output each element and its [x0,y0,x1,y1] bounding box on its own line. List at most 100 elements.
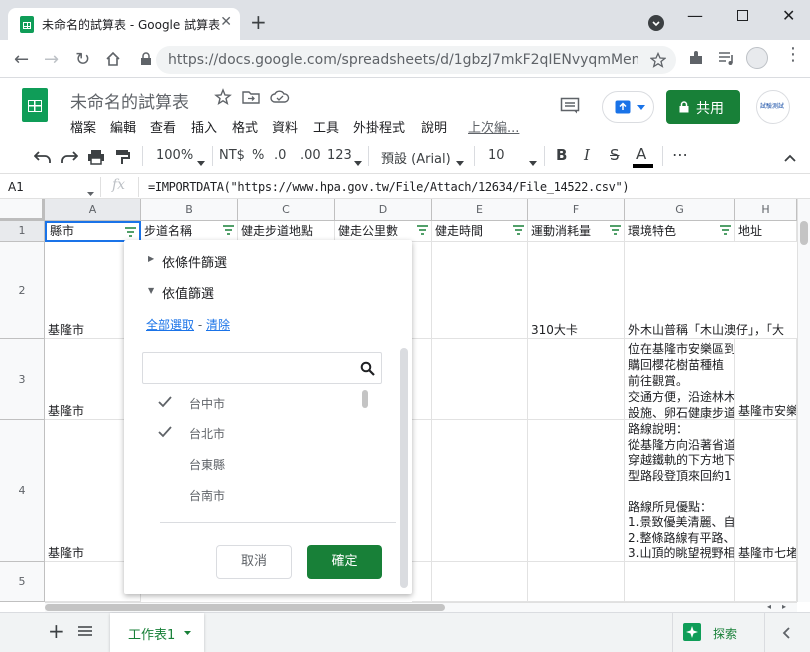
horizontal-scrollbar[interactable]: ◂ ▸ [45,602,797,612]
header-cell-calories[interactable]: 運動消耗量 [528,221,625,242]
cell-h3[interactable]: 基隆市安樂 [735,339,797,420]
filter-value-item[interactable]: 台北市 [124,422,364,446]
menu-format[interactable]: 格式 [232,117,258,136]
cell-f5[interactable] [528,562,625,602]
print-icon[interactable] [87,149,105,168]
new-tab-button[interactable]: + [250,10,267,34]
decrease-decimal-button[interactable]: .0 [274,148,286,163]
media-queue-icon[interactable] [718,51,736,68]
menu-data[interactable]: 資料 [272,117,298,136]
lock-icon[interactable] [140,52,152,69]
column-header-h[interactable]: H [735,199,797,221]
scroll-left-icon[interactable]: ◂ [767,602,771,611]
cell-g2[interactable]: 外木山普稱「木山澳仔」，「大 [625,242,797,339]
last-edit-link[interactable]: 上次編... [468,117,519,136]
account-avatar[interactable]: 試驗測試 [756,90,790,124]
column-header-f[interactable]: F [528,199,625,221]
font-family-select[interactable]: 預設 (Arial) [381,148,451,167]
zoom-select[interactable]: 100% [156,148,193,163]
increase-decimal-button[interactable]: .00 [300,148,321,163]
forward-icon[interactable]: → [44,49,59,70]
filter-value-item[interactable]: 台南市 [124,484,364,508]
collapse-arrow-icon[interactable]: ▼ [148,286,154,295]
cell-h4[interactable]: 基隆市七堵 [735,420,797,562]
filter-value-item[interactable]: 台中市 [124,392,364,416]
menu-help[interactable]: 說明 [421,117,447,136]
filter-icon[interactable] [417,225,428,236]
profile-avatar[interactable] [746,47,768,69]
row-header-1[interactable]: 1 [0,221,45,242]
zoom-dropdown-icon[interactable] [197,155,205,169]
header-cell-location[interactable]: 健走步道地點 [238,221,335,242]
filter-value-item[interactable]: 台東縣 [124,453,364,477]
font-size-dropdown-icon[interactable] [529,155,537,169]
cell-f3[interactable] [528,339,625,420]
cell-e4[interactable] [432,420,528,562]
reload-icon[interactable]: ↻ [75,49,90,70]
row-header-3[interactable]: 3 [0,339,45,420]
window-close-icon[interactable]: ✕ [782,6,795,25]
move-folder-icon[interactable] [242,89,260,108]
browser-menu-icon[interactable]: ⋮ [784,46,802,64]
column-header-c[interactable]: C [238,199,335,221]
column-header-a[interactable]: A [45,199,141,221]
tab-search-icon[interactable] [648,15,664,31]
maximize-icon[interactable] [737,10,748,21]
formula-input[interactable]: =IMPORTDATA("https://www.hpa.gov.tw/File… [148,180,630,194]
undo-icon[interactable] [33,150,52,167]
cell-e5[interactable] [432,562,528,602]
percent-format-button[interactable]: % [252,148,264,163]
browser-tab[interactable]: 未命名的試算表 - Google 試算表 ✕ [8,8,240,40]
horizontal-scroll-thumb[interactable] [45,604,445,611]
select-all-corner[interactable] [0,199,45,221]
cell-e3[interactable] [432,339,528,420]
font-size-select[interactable]: 10 [488,148,505,163]
more-formats-button[interactable]: 123 [327,148,352,163]
side-panel-toggle[interactable] [764,613,810,652]
extensions-icon[interactable] [688,50,704,69]
column-header-b[interactable]: B [141,199,238,221]
redo-icon[interactable] [60,150,79,167]
filter-by-condition[interactable]: 依條件篩選 [162,252,227,271]
explore-button[interactable]: 探索 [672,613,764,652]
menu-tools[interactable]: 工具 [313,117,339,136]
present-button[interactable] [602,91,654,123]
clear-link[interactable]: 清除 [206,318,230,332]
menu-view[interactable]: 查看 [150,117,176,136]
comments-icon[interactable] [560,97,580,118]
bold-button[interactable]: B [556,146,567,164]
header-cell-km[interactable]: 健走公里數 [335,221,432,242]
cell-f4[interactable] [528,420,625,562]
minimize-icon[interactable]: — [687,6,703,25]
cell-d5[interactable] [412,562,432,602]
row-header-2[interactable]: 2 [0,242,45,339]
back-icon[interactable]: ← [14,49,29,70]
row-header-5[interactable]: 5 [0,562,45,602]
filter-icon[interactable] [513,225,524,236]
name-box[interactable]: A1 [8,180,24,194]
filter-icon[interactable] [125,227,136,238]
italic-button[interactable]: I [584,146,590,164]
menu-edit[interactable]: 編輯 [110,117,136,136]
cell-g4[interactable]: 路線說明： 從基隆方向沿著省道 穿越鐵軌的下方地下 型路段登頂來回約1 路線所見… [625,420,735,562]
column-header-e[interactable]: E [432,199,528,221]
sheet-tab-dropdown-icon[interactable] [184,631,191,635]
cell-f2[interactable]: 310大卡 [528,242,625,339]
header-cell-trail[interactable]: 步道名稱 [141,221,238,242]
filter-search-input[interactable] [142,352,382,384]
star-icon[interactable] [214,88,232,109]
column-header-g[interactable]: G [625,199,735,221]
strikethrough-button[interactable]: S [610,146,620,164]
tab-close-icon[interactable]: ✕ [220,14,232,30]
more-formats-dropdown-icon[interactable] [354,155,362,169]
row-header-4[interactable]: 4 [0,420,45,562]
filter-icon[interactable] [610,225,621,236]
header-cell-environment[interactable]: 環境特色 [625,221,735,242]
filter-icon[interactable] [720,225,731,236]
cell-g3[interactable]: 位在基隆市安樂區到 購回櫻花樹苗種植 前往觀賞。 交通方便，沿途林木 設施、卵石… [625,339,735,420]
bookmark-star-icon[interactable] [650,52,666,68]
paint-format-icon[interactable] [114,149,130,168]
column-header-d[interactable]: D [335,199,432,221]
ok-button[interactable]: 確定 [307,545,382,579]
sheets-logo-icon[interactable] [22,88,48,122]
